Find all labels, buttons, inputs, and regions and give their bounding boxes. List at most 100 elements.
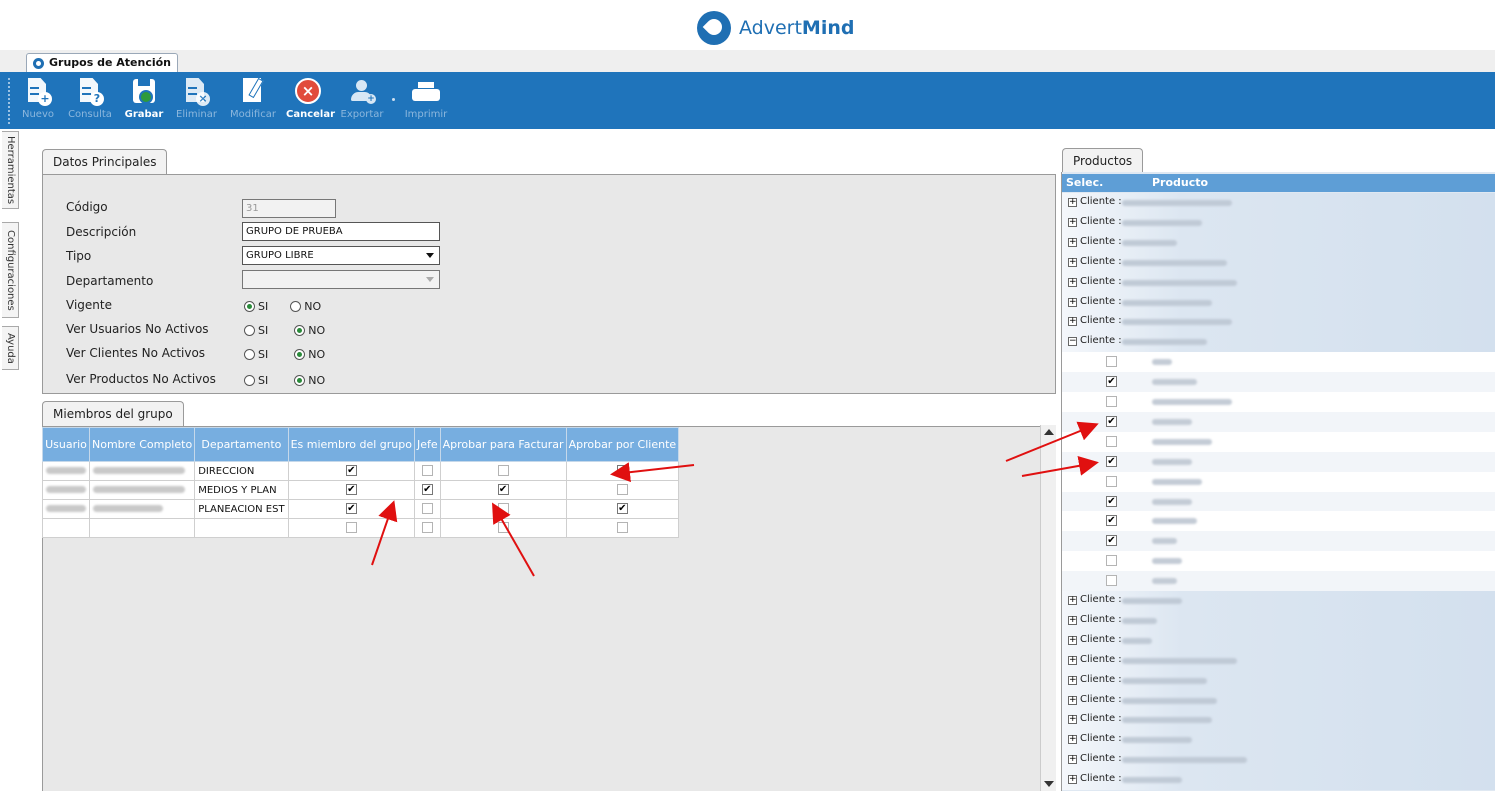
product-row[interactable]: [1062, 392, 1495, 412]
tab-productos[interactable]: Productos: [1062, 148, 1144, 174]
cancelar-button[interactable]: × Cancelar: [286, 76, 335, 126]
checkbox[interactable]: [421, 522, 433, 534]
exportar-button[interactable]: + Exportar: [338, 76, 386, 126]
checkbox[interactable]: ✔: [421, 484, 433, 496]
expand-icon[interactable]: +: [1068, 755, 1077, 765]
expand-icon[interactable]: +: [1068, 635, 1077, 645]
ver-clientes-no-option[interactable]: NO: [294, 348, 325, 361]
client-tree-row[interactable]: − Cliente :: [1062, 332, 1495, 353]
product-checkbox[interactable]: [1106, 555, 1117, 567]
product-row[interactable]: ✔: [1062, 511, 1495, 532]
facturar-cell[interactable]: [439, 499, 567, 519]
client-tree-row[interactable]: + Cliente :: [1062, 770, 1495, 791]
miembro-cell[interactable]: [287, 518, 415, 538]
checkbox[interactable]: [616, 484, 628, 496]
product-row[interactable]: ✔: [1062, 531, 1495, 552]
client-tree-row[interactable]: + Cliente :: [1062, 610, 1495, 631]
scroll-down-icon[interactable]: [1044, 781, 1054, 787]
expand-icon[interactable]: +: [1068, 675, 1077, 685]
departamento-cell[interactable]: [194, 518, 289, 538]
product-row[interactable]: [1062, 431, 1495, 452]
checkbox[interactable]: [421, 503, 433, 515]
cliente-cell[interactable]: ✔: [565, 461, 680, 481]
expand-icon[interactable]: +: [1068, 596, 1077, 605]
product-checkbox[interactable]: ✔: [1106, 535, 1117, 547]
nuevo-button[interactable]: + Nuevo: [20, 76, 56, 126]
checkbox[interactable]: [497, 522, 509, 534]
expand-icon[interactable]: +: [1068, 695, 1077, 705]
client-tree-row[interactable]: + Cliente :: [1062, 710, 1495, 731]
product-checkbox[interactable]: ✔: [1106, 415, 1117, 427]
facturar-cell[interactable]: [439, 461, 567, 481]
column-header-usuario[interactable]: Usuario: [42, 427, 90, 462]
vigente-si-option[interactable]: SI: [244, 300, 268, 313]
ver-productos-no-option[interactable]: NO: [294, 374, 325, 387]
expand-icon[interactable]: +: [1068, 615, 1077, 625]
client-tree-row[interactable]: + Cliente :: [1062, 193, 1495, 213]
expand-icon[interactable]: +: [1068, 775, 1077, 785]
product-row[interactable]: [1062, 551, 1495, 572]
ver-productos-si-option[interactable]: SI: [244, 374, 268, 387]
tab-miembros-del-grupo[interactable]: Miembros del grupo: [42, 401, 184, 427]
product-row[interactable]: ✔: [1062, 411, 1495, 432]
jefe-cell[interactable]: ✔: [413, 480, 441, 500]
column-header-nombre[interactable]: Nombre Completo: [88, 427, 196, 462]
product-checkbox[interactable]: ✔: [1106, 455, 1117, 467]
side-tab-herramientas[interactable]: Herramientas: [2, 131, 19, 209]
product-checkbox[interactable]: [1106, 356, 1117, 368]
jefe-cell[interactable]: [413, 518, 441, 538]
ver-usuarios-no-option[interactable]: NO: [294, 324, 325, 337]
expand-icon[interactable]: +: [1068, 277, 1077, 287]
expand-icon[interactable]: +: [1068, 257, 1077, 267]
checkbox[interactable]: [497, 465, 509, 477]
expand-icon[interactable]: +: [1068, 297, 1077, 307]
checkbox[interactable]: ✔: [497, 484, 509, 496]
client-tree-row[interactable]: + Cliente :: [1062, 312, 1495, 333]
checkbox[interactable]: ✔: [616, 465, 628, 477]
product-checkbox[interactable]: [1106, 575, 1117, 587]
tab-grupos-de-atencion[interactable]: Grupos de Atención: [26, 53, 178, 72]
column-header-departamento[interactable]: Departamento: [194, 427, 289, 462]
product-checkbox[interactable]: [1106, 475, 1117, 487]
column-header-jefe[interactable]: Jefe: [413, 427, 441, 462]
client-tree-row[interactable]: + Cliente :: [1062, 630, 1495, 651]
eliminar-button[interactable]: × Eliminar: [176, 76, 217, 126]
miembro-cell[interactable]: ✔: [287, 461, 415, 481]
client-tree-row[interactable]: + Cliente :: [1062, 670, 1495, 691]
jefe-cell[interactable]: [413, 499, 441, 519]
expand-icon[interactable]: +: [1068, 198, 1077, 207]
scroll-up-icon[interactable]: [1044, 429, 1054, 435]
table-row[interactable]: DIRECCION ✔ ✔: [42, 461, 680, 481]
client-tree-row[interactable]: + Cliente :: [1062, 292, 1495, 313]
collapse-icon[interactable]: −: [1068, 337, 1077, 347]
usuario-cell[interactable]: [42, 518, 90, 538]
side-tab-configuraciones[interactable]: Configuraciones: [2, 222, 19, 318]
product-row[interactable]: [1062, 471, 1495, 492]
column-header-miembro[interactable]: Es miembro del grupo: [287, 427, 415, 462]
modificar-button[interactable]: Modificar: [228, 76, 278, 126]
checkbox[interactable]: [616, 522, 628, 534]
checkbox[interactable]: ✔: [345, 465, 357, 477]
client-tree-row[interactable]: + Cliente :: [1062, 591, 1495, 611]
grabar-button[interactable]: Grabar: [124, 76, 164, 126]
expand-icon[interactable]: +: [1068, 237, 1077, 247]
expand-icon[interactable]: +: [1068, 217, 1077, 227]
client-tree-row[interactable]: + Cliente :: [1062, 252, 1495, 273]
expand-icon[interactable]: +: [1068, 715, 1077, 725]
vigente-no-option[interactable]: NO: [290, 300, 321, 313]
miembros-scrollbar[interactable]: [1040, 425, 1056, 791]
checkbox[interactable]: [345, 522, 357, 534]
tab-datos-principales[interactable]: Datos Principales: [42, 149, 168, 175]
product-checkbox[interactable]: ✔: [1106, 515, 1117, 527]
consulta-button[interactable]: ? Consulta: [66, 76, 114, 126]
column-header-selec[interactable]: Selec.: [1066, 176, 1103, 189]
side-tab-ayuda[interactable]: Ayuda: [2, 326, 19, 370]
product-row[interactable]: [1062, 352, 1495, 373]
checkbox[interactable]: ✔: [345, 503, 357, 515]
product-checkbox[interactable]: ✔: [1106, 376, 1117, 388]
expand-icon[interactable]: +: [1068, 735, 1077, 745]
checkbox[interactable]: ✔: [345, 484, 357, 496]
client-tree-row[interactable]: + Cliente :: [1062, 750, 1495, 771]
toolbar-grip[interactable]: [8, 78, 11, 124]
facturar-cell[interactable]: [439, 518, 567, 538]
